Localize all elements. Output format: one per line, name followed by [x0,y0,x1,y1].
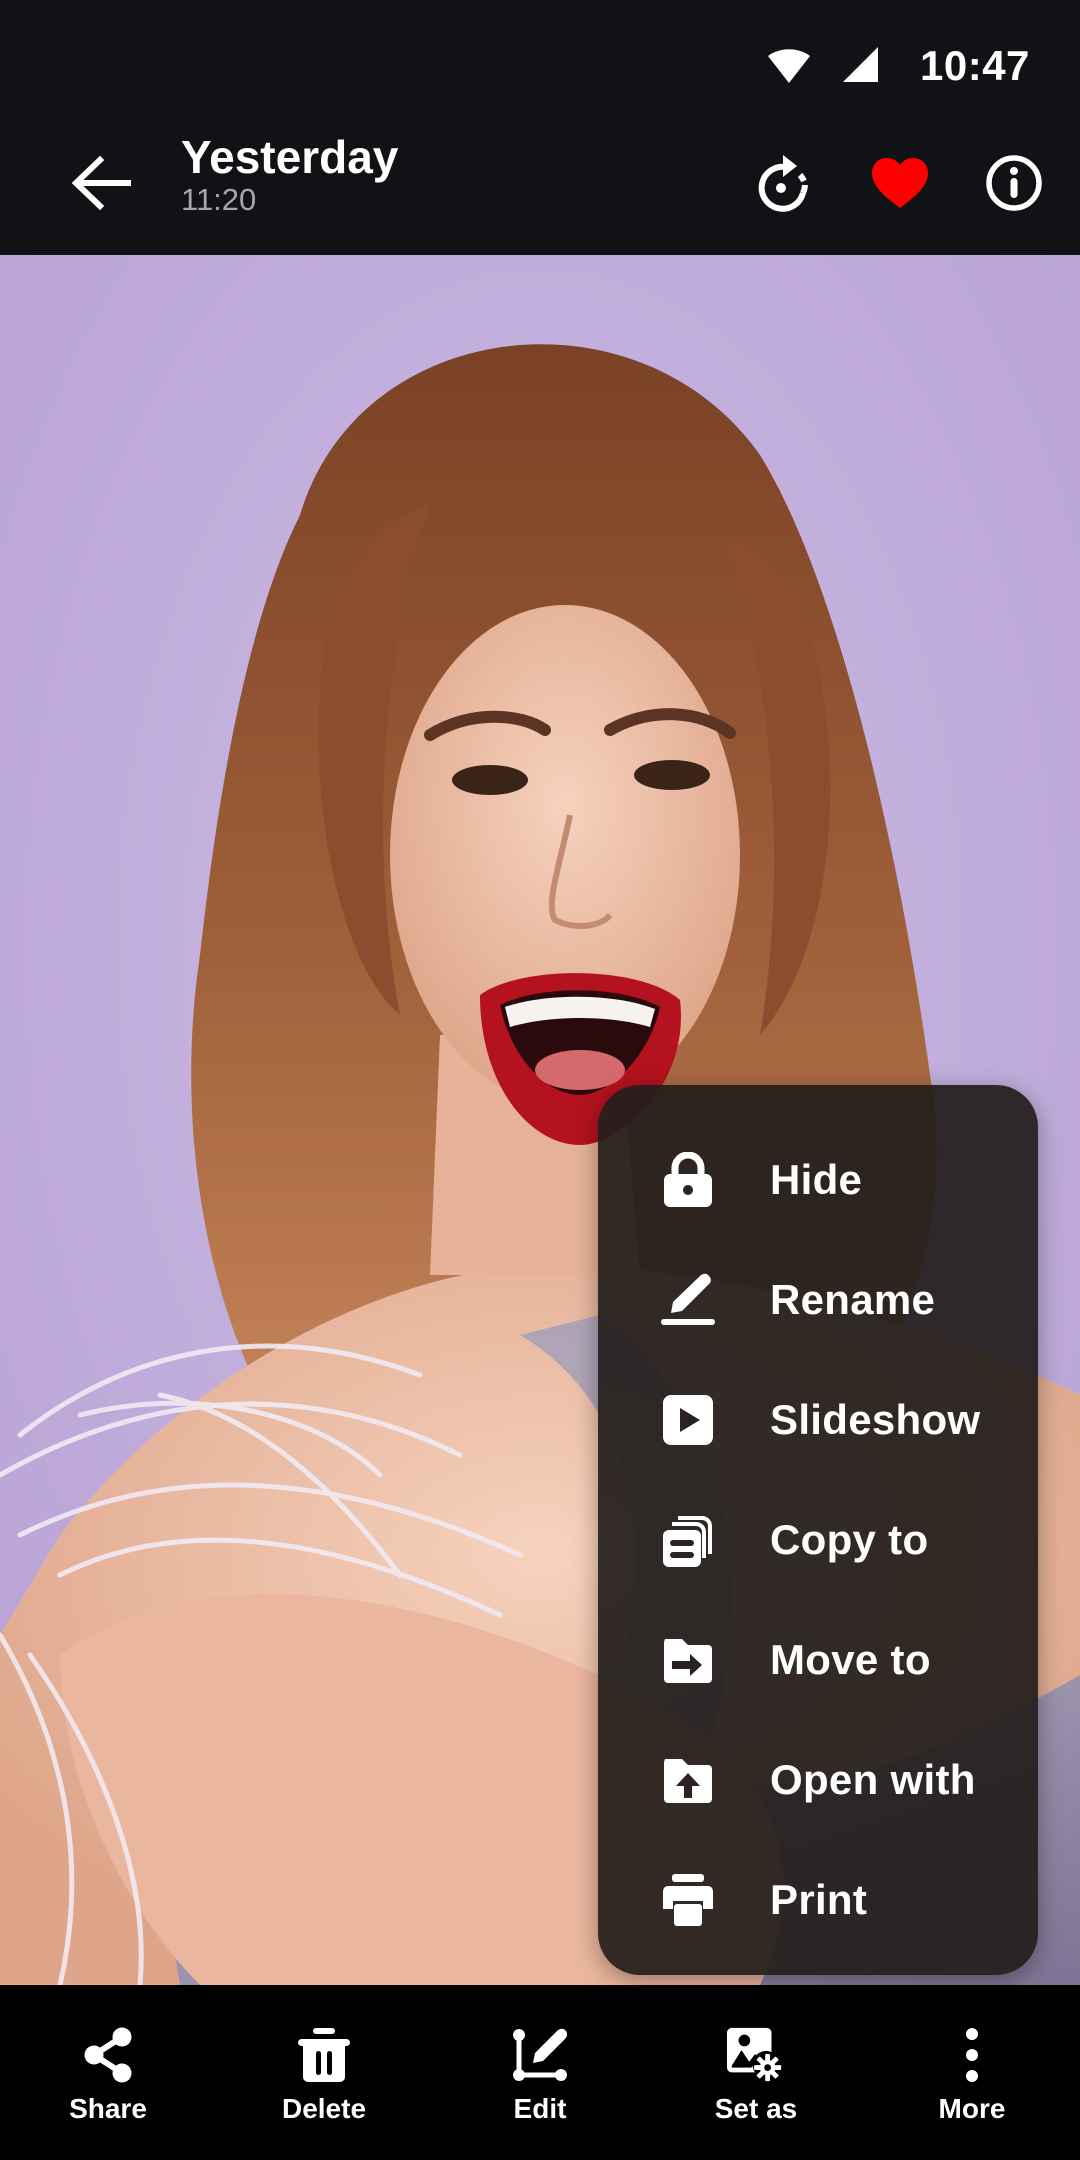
folder-open-with-icon [660,1752,716,1808]
status-bar: 10:47 [0,0,1080,110]
play-box-icon [660,1392,716,1448]
app-bar: Yesterday 11:20 [0,110,1080,255]
title-block: Yesterday 11:20 [181,132,398,217]
pencil-icon [660,1272,716,1328]
copy-icon [660,1512,716,1568]
rotate-button[interactable] [746,145,822,221]
more-button[interactable]: More [864,1985,1080,2160]
set-as-label: Set as [714,2093,798,2124]
menu-item-open-with[interactable]: Open with [598,1720,1038,1840]
arrow-left-icon [71,155,131,211]
set-as-wallpaper-icon [726,2025,786,2085]
status-time: 10:47 [920,42,1030,89]
edit-label: Edit [513,2093,567,2124]
share-icon [78,2025,138,2085]
wifi-icon [768,49,810,83]
menu-item-copy-to[interactable]: Copy to [598,1480,1038,1600]
delete-label: Delete [281,2093,367,2124]
share-label: Share [69,2093,147,2124]
menu-item-hide[interactable]: Hide [598,1120,1038,1240]
share-button[interactable]: Share [0,1985,216,2160]
info-icon [986,155,1042,211]
favorite-button[interactable] [862,145,938,221]
cell-signal-icon [843,47,878,82]
rotate-icon [758,155,808,212]
folder-move-icon [660,1632,716,1688]
trash-icon [294,2025,354,2085]
menu-item-label: Move to [770,1636,931,1683]
overflow-menu: Hide Rename Slideshow Copy to Move to Op… [598,1085,1038,1975]
delete-button[interactable]: Delete [216,1985,432,2160]
menu-item-print[interactable]: Print [598,1840,1038,1960]
lock-icon [660,1152,716,1208]
photo-time: 11:20 [181,181,257,217]
set-as-button[interactable]: Set as [648,1985,864,2160]
menu-item-label: Print [770,1876,868,1923]
menu-item-move-to[interactable]: Move to [598,1600,1038,1720]
back-button[interactable] [62,144,140,222]
page-title: Yesterday [181,131,399,183]
menu-item-rename[interactable]: Rename [598,1240,1038,1360]
more-label: More [938,2093,1006,2124]
menu-item-label: Rename [770,1276,936,1323]
info-button[interactable] [976,145,1052,221]
menu-item-label: Slideshow [770,1396,981,1443]
edit-icon [510,2025,570,2085]
menu-item-label: Copy to [770,1516,929,1563]
menu-item-label: Hide [770,1156,863,1203]
edit-button[interactable]: Edit [432,1985,648,2160]
printer-icon [660,1872,716,1928]
more-vertical-icon [942,2025,1002,2085]
bottom-action-bar: Share Delete Edit Set as More [0,1985,1080,2160]
menu-item-label: Open with [770,1756,976,1803]
heart-filled-icon [872,158,928,208]
menu-item-slideshow[interactable]: Slideshow [598,1360,1038,1480]
